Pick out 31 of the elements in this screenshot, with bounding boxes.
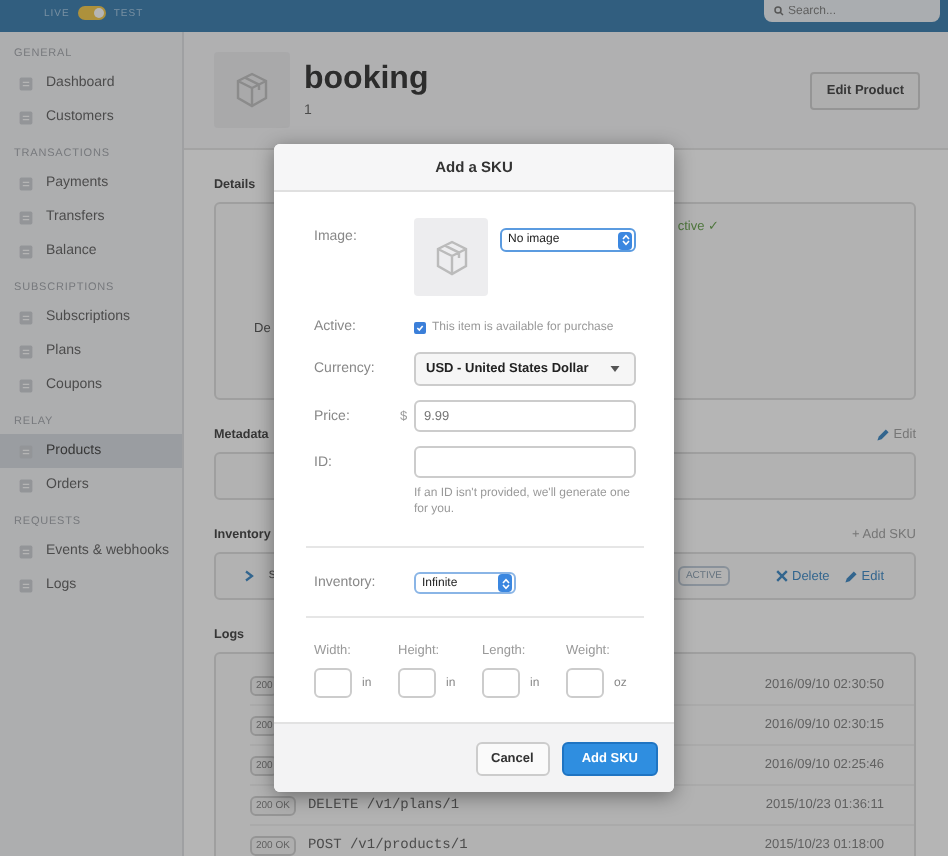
- document-icon: [18, 443, 34, 459]
- document-icon: [18, 243, 34, 259]
- caret-icon: [610, 366, 620, 372]
- updown-icon: [501, 577, 509, 589]
- document-icon: [18, 577, 34, 593]
- updown-icon: [621, 234, 629, 246]
- pencil-icon: [843, 569, 858, 583]
- mode-toggle[interactable]: [77, 6, 106, 20]
- chevron-icon: [244, 570, 254, 582]
- checkbox[interactable]: [414, 321, 426, 333]
- document-icon: [18, 543, 34, 559]
- document-icon: [18, 175, 34, 191]
- dimension-field[interactable]: [314, 668, 352, 698]
- pencil-icon: [875, 428, 890, 442]
- document-icon: [18, 377, 34, 393]
- product-name: booking: [304, 62, 431, 98]
- box-icon: [232, 70, 272, 110]
- document-icon: [18, 309, 34, 325]
- dimension-field[interactable]: [482, 668, 520, 698]
- check-icon: [416, 323, 424, 331]
- document-icon: [18, 109, 34, 125]
- close-icon: [776, 570, 788, 582]
- id-field[interactable]: [414, 446, 636, 478]
- dimension-field[interactable]: [566, 668, 604, 698]
- search-icon: [774, 6, 784, 16]
- document-icon: [18, 477, 34, 493]
- document-icon: [18, 343, 34, 359]
- box-icon: [431, 237, 471, 277]
- document-icon: [18, 75, 34, 91]
- dimension-field[interactable]: [398, 668, 436, 698]
- document-icon: [18, 209, 34, 225]
